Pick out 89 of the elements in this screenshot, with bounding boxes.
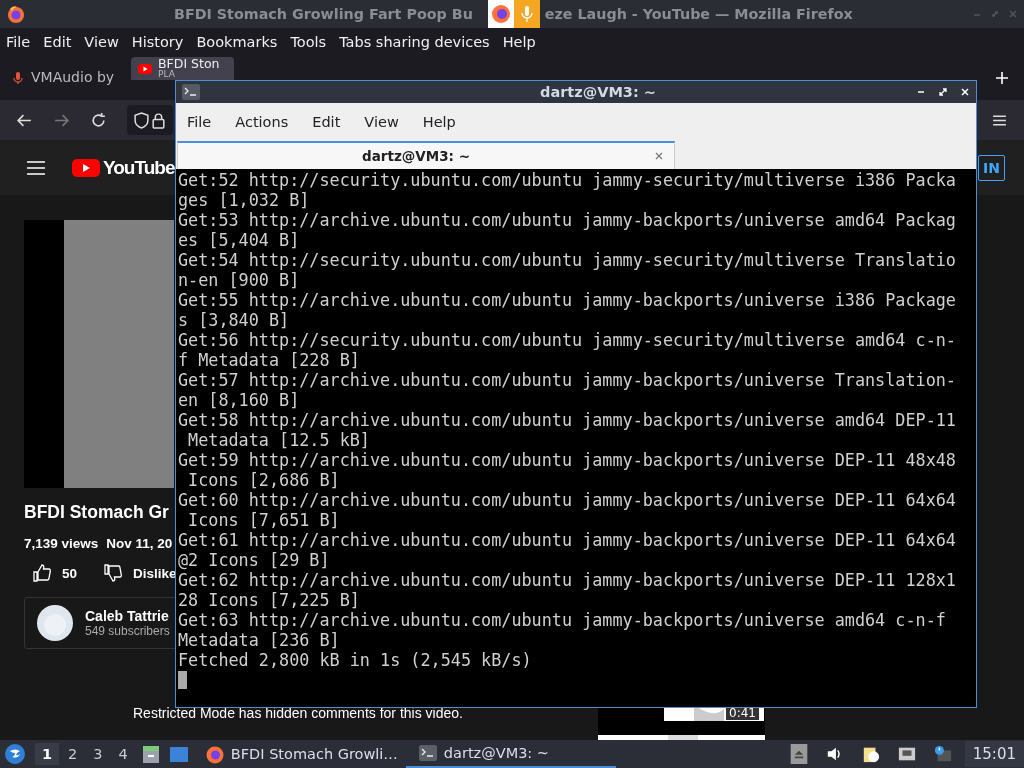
- taskbar-task[interactable]: BFDI Stomach Growli…: [192, 740, 406, 768]
- menu-item[interactable]: File: [6, 33, 31, 50]
- desktop-icon[interactable]: [168, 744, 189, 764]
- lock-icon: [150, 111, 167, 129]
- terminal-line: Get:62 http://archive.ubuntu.com/ubuntu jammy-backports/universe DEP-11 128x1: [178, 570, 957, 590]
- workspace-button[interactable]: 4: [111, 743, 135, 765]
- shield-icon: [133, 111, 150, 129]
- notification-icon[interactable]: [933, 744, 952, 764]
- subscriber-count: 549 subscribers: [85, 624, 170, 638]
- menu-item[interactable]: Edit: [312, 114, 341, 130]
- workspace-button[interactable]: 2: [61, 743, 85, 765]
- firefox-icon: [204, 744, 225, 764]
- youtube-logo: YouTube: [103, 156, 175, 179]
- terminal-line: en [8,160 B]: [178, 390, 301, 410]
- workspace-button[interactable]: 3: [86, 743, 110, 765]
- terminal-tab[interactable]: dartz@VM3: ~: [177, 141, 675, 169]
- terminal-line: es [5,404 B]: [178, 230, 301, 250]
- menu-item[interactable]: Edit: [43, 33, 72, 50]
- channel-avatar[interactable]: [37, 605, 73, 641]
- browser-tab[interactable]: BFDI Ston PLA: [131, 57, 234, 80]
- menu-item[interactable]: View: [84, 33, 119, 50]
- terminal-line: @2 Icons [29 B]: [178, 550, 331, 570]
- view-count: 7,139 views: [24, 536, 99, 551]
- terminal-line: Get:53 http://archive.ubuntu.com/ubuntu jammy-backports/universe amd64 Packag: [178, 210, 957, 230]
- menu-icon[interactable]: [26, 159, 46, 176]
- address-bar[interactable]: [127, 105, 173, 135]
- terminal-line: Fetched 2,800 kB in 1s (2,545 kB/s): [178, 650, 533, 670]
- menu-item[interactable]: Bookmarks: [196, 33, 278, 50]
- clock[interactable]: 15:01: [964, 741, 1024, 767]
- upload-date: Nov 11, 20: [106, 536, 173, 551]
- restricted-mode-note: Restricted Mode has hidden comments for this video.: [132, 705, 464, 723]
- window-title: BFDI Stomach Growling Fart Poop Bu: [174, 6, 473, 22]
- terminal-icon: [182, 84, 200, 100]
- terminal-line: Get:57 http://archive.ubuntu.com/ubuntu jammy-backports/universe Translation-: [178, 370, 957, 390]
- terminal-line: Get:52 http://security.ubuntu.com/ubuntu jammy-security/multiverse i386 Packa: [178, 170, 957, 190]
- microphone-icon: [514, 0, 540, 28]
- terminal-line: Metadata [236 B]: [178, 630, 341, 650]
- terminal-line: ges [1,032 B]: [178, 190, 311, 210]
- video-player[interactable]: [24, 220, 174, 488]
- menu-item[interactable]: View: [364, 114, 399, 130]
- menu-item[interactable]: History: [131, 33, 184, 50]
- thumbs-down-icon[interactable]: [103, 563, 124, 583]
- terminal-line: Get:61 http://archive.ubuntu.com/ubuntu jammy-backports/universe DEP-11 64x64: [178, 530, 957, 550]
- like-count: 50: [62, 565, 78, 581]
- terminal-line: Metadata [12.5 kB]: [187, 430, 371, 450]
- terminal-line: Get:63 http://archive.ubuntu.com/ubuntu jammy-backports/universe amd64 c-n-f: [178, 610, 947, 630]
- terminal-icon: [417, 743, 438, 763]
- video-title: BFDI Stomach Gr: [24, 502, 169, 523]
- workspace-button[interactable]: 1: [35, 743, 60, 765]
- reload-icon[interactable]: [90, 111, 107, 129]
- text-cursor: [178, 671, 187, 689]
- tab-subtitle: PLA: [158, 70, 176, 79]
- new-tab-icon[interactable]: [994, 69, 1010, 86]
- channel-name[interactable]: Caleb Tattrie: [85, 608, 170, 624]
- taskbar-task[interactable]: dartz@VM3: ~: [405, 740, 616, 768]
- terminal-line: 28 Icons [7,225 B]: [178, 590, 361, 610]
- firefox-icon: [488, 0, 514, 28]
- menu-item[interactable]: Help: [422, 114, 456, 130]
- menu-item[interactable]: File: [187, 114, 212, 130]
- terminal-line: s [3,840 B]: [178, 310, 291, 330]
- maximize-icon[interactable]: [938, 87, 948, 97]
- terminal-line: n-en [900 B]: [178, 270, 301, 290]
- microphone-icon: [10, 69, 26, 86]
- terminal-line: Get:58 http://archive.ubuntu.com/ubuntu jammy-backports/universe amd64 DEP-11: [178, 410, 957, 430]
- terminal-line: Get:54 http://security.ubuntu.com/ubuntu jammy-security/multiverse Translatio: [178, 250, 957, 270]
- terminal-line: Get:55 http://archive.ubuntu.com/ubuntu jammy-backports/universe i386 Package: [178, 290, 957, 310]
- file-cabinet-icon[interactable]: [140, 744, 161, 764]
- menu-item[interactable]: Tabs sharing devices: [339, 33, 490, 50]
- terminal-line: Icons [2,686 B]: [187, 470, 341, 490]
- thumbs-up-icon[interactable]: [32, 563, 52, 583]
- tab-title: VMAudio by: [31, 70, 115, 85]
- window-title: dartz@VM3: ~: [539, 84, 657, 100]
- window-title: eze Laugh - YouTube — Mozilla Firefox: [544, 6, 853, 22]
- terminal-line: Icons [7,651 B]: [187, 510, 341, 530]
- sign-in-button[interactable]: IN: [978, 154, 1005, 181]
- terminal-line: Get:56 http://security.ubuntu.com/ubuntu jammy-security/multiverse amd64 c-n-: [178, 330, 957, 350]
- youtube-logo-icon: [72, 157, 100, 178]
- menu-item[interactable]: Actions: [235, 114, 289, 130]
- terminal-line: Get:59 http://archive.ubuntu.com/ubuntu jammy-backports/universe DEP-11 48x48: [178, 450, 957, 470]
- eject-icon[interactable]: [789, 744, 808, 764]
- start-menu-icon[interactable]: [5, 744, 25, 764]
- dislike-label[interactable]: Dislike: [133, 565, 177, 581]
- firefox-icon: [6, 4, 26, 24]
- terminal-line: f Metadata [228 B]: [178, 350, 361, 370]
- menu-item[interactable]: Tools: [290, 33, 327, 50]
- browser-tab[interactable]: VMAudio by: [4, 59, 119, 96]
- menu-item[interactable]: Help: [502, 33, 536, 50]
- tab-title: BFDI Ston: [158, 58, 220, 70]
- terminal-line: Get:60 http://archive.ubuntu.com/ubuntu jammy-backports/universe DEP-11 64x64: [178, 490, 957, 510]
